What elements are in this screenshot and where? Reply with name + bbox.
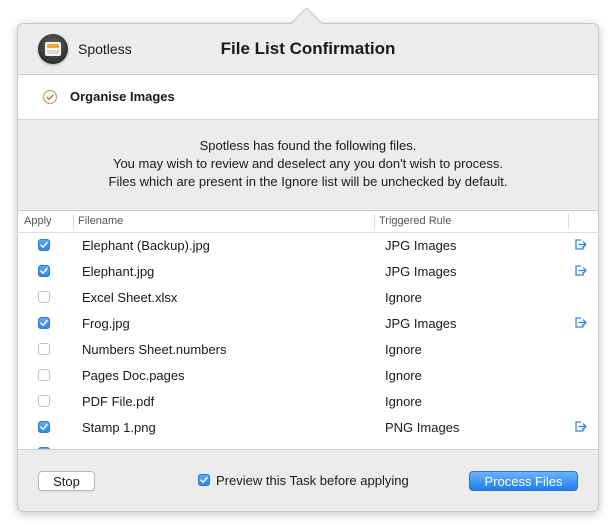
filename-cell: Excel Sheet.xlsx xyxy=(82,290,178,305)
table-row[interactable]: Stamp 1.png PNG Images xyxy=(18,415,598,441)
reveal-in-finder-icon[interactable] xyxy=(574,316,588,329)
table-row[interactable]: PDF File.pdf Ignore xyxy=(18,389,598,415)
triggered-rule-cell: Ignore xyxy=(385,342,422,357)
popover-header: Spotless File List Confirmation xyxy=(18,24,598,74)
filename-cell: Elephant (Backup).jpg xyxy=(82,238,210,253)
apply-checkbox[interactable] xyxy=(38,447,50,449)
task-row: Organise Images xyxy=(18,75,598,120)
table-row[interactable]: Elephant (Backup).jpg JPG Images xyxy=(18,233,598,259)
filename-cell: Elephant.jpg xyxy=(82,264,155,279)
process-files-button[interactable]: Process Files xyxy=(469,471,578,491)
reveal-in-finder-icon[interactable] xyxy=(574,420,588,433)
column-header-triggered-rule[interactable]: Triggered Rule xyxy=(379,215,451,227)
filename-cell: Frog.jpg xyxy=(82,316,130,331)
triggered-rule-cell: JPG Images xyxy=(385,316,457,331)
reveal-in-finder-icon[interactable] xyxy=(574,264,588,277)
table-row[interactable]: Numbers Sheet.numbers Ignore xyxy=(18,337,598,363)
preview-label: Preview this Task before applying xyxy=(216,473,409,488)
table-row[interactable]: Excel Sheet.xlsx Ignore xyxy=(18,285,598,311)
message-line-1: Spotless has found the following files. xyxy=(199,138,417,153)
task-complete-check-icon xyxy=(42,89,58,105)
info-message: Spotless has found the following files. … xyxy=(18,137,598,191)
filename-cell: Pages Doc.pages xyxy=(82,368,185,383)
apply-checkbox[interactable] xyxy=(38,395,50,407)
apply-checkbox[interactable] xyxy=(38,239,50,251)
apply-checkbox[interactable] xyxy=(38,317,50,329)
file-list-confirmation-popover: Spotless File List Confirmation Organise… xyxy=(17,23,599,512)
table-row[interactable]: Pages Doc.pages Ignore xyxy=(18,363,598,389)
checkmark-icon xyxy=(40,423,48,430)
apply-checkbox[interactable] xyxy=(38,343,50,355)
checkmark-icon xyxy=(40,319,48,326)
column-header-apply[interactable]: Apply xyxy=(24,215,52,227)
file-table: Apply Filename Triggered Rule Elephant (… xyxy=(18,210,598,450)
checkmark-icon xyxy=(40,267,48,274)
reveal-in-finder-icon[interactable] xyxy=(574,238,588,251)
message-line-3: Files which are present in the Ignore li… xyxy=(108,174,508,189)
column-header-filename[interactable]: Filename xyxy=(78,215,123,227)
table-row[interactable]: Frog.jpg JPG Images xyxy=(18,311,598,337)
triggered-rule-cell: Ignore xyxy=(385,394,422,409)
apply-checkbox[interactable] xyxy=(38,369,50,381)
checkmark-icon xyxy=(200,476,208,483)
triggered-rule-cell: Ignore xyxy=(385,368,422,383)
apply-checkbox[interactable] xyxy=(38,421,50,433)
apply-checkbox[interactable] xyxy=(38,265,50,277)
triggered-rule-cell: JPG Images xyxy=(385,238,457,253)
triggered-rule-cell: PNG Images xyxy=(385,420,460,435)
filename-cell: Stamp 1.png xyxy=(82,420,156,435)
table-row[interactable]: Elephant.jpg JPG Images xyxy=(18,259,598,285)
checkmark-icon xyxy=(40,241,48,248)
window-title: File List Confirmation xyxy=(220,39,396,58)
screen: Spotless File List Confirmation Organise… xyxy=(0,0,614,532)
table-row-partial[interactable] xyxy=(18,441,598,449)
apply-checkbox[interactable] xyxy=(38,291,50,303)
filename-cell: PDF File.pdf xyxy=(82,394,155,409)
stop-button[interactable]: Stop xyxy=(38,471,95,491)
triggered-rule-cell: Ignore xyxy=(385,290,422,305)
table-header: Apply Filename Triggered Rule xyxy=(18,211,598,233)
task-label: Organise Images xyxy=(70,89,175,104)
preview-checkbox[interactable] xyxy=(198,474,210,486)
triggered-rule-cell: JPG Images xyxy=(385,264,457,279)
message-line-2: You may wish to review and deselect any … xyxy=(112,156,504,171)
filename-cell: Numbers Sheet.numbers xyxy=(82,342,227,357)
